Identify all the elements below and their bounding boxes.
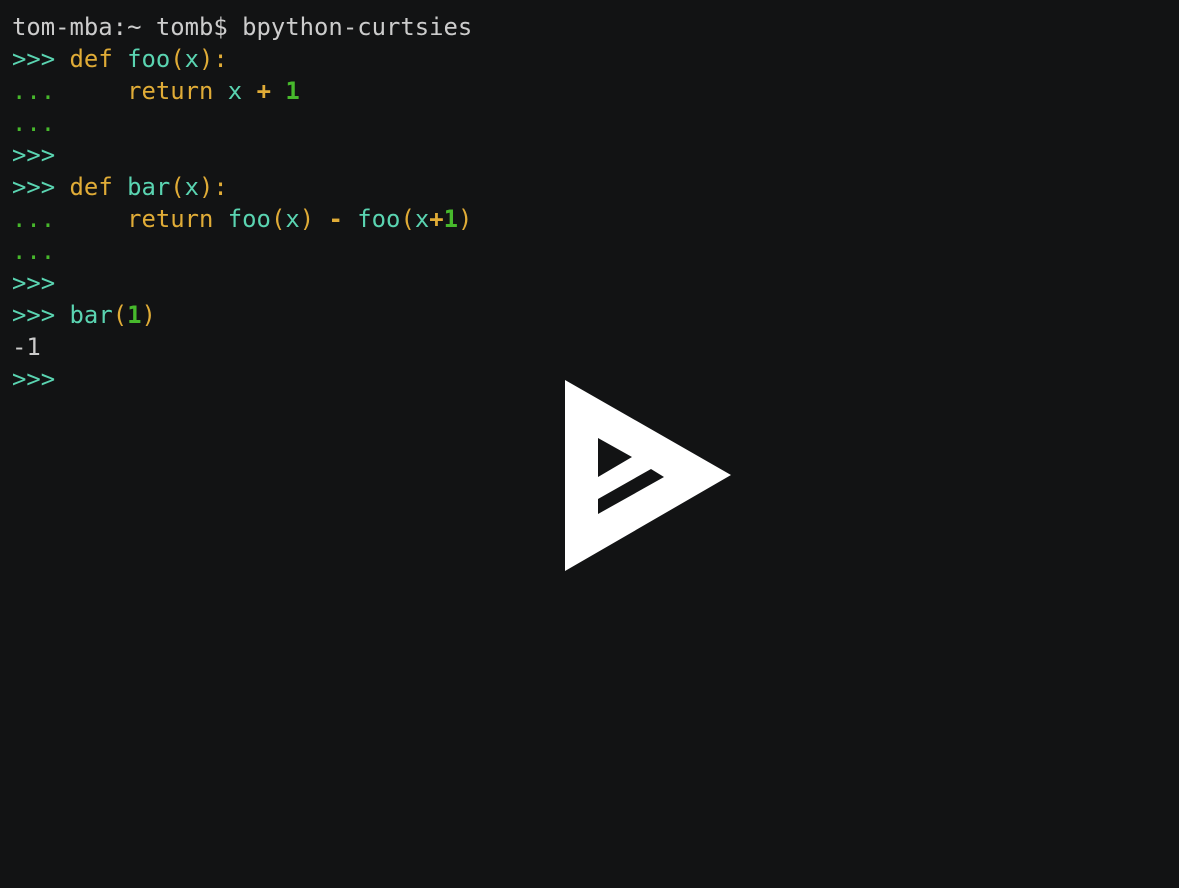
terminal-token-paren: ( [170,45,185,73]
terminal-line: ... [12,235,472,267]
terminal-token-keyword: return [127,205,214,233]
terminal-token-prompt: >>> [12,141,56,169]
terminal-token-number: 1 [443,205,458,233]
terminal-line: -1 [12,331,472,363]
terminal-token-default: tom-mba:~ tomb$ bpython-curtsies [12,13,473,41]
terminal-line: tom-mba:~ tomb$ bpython-curtsies [12,11,472,43]
terminal-token-name: x [227,77,243,105]
terminal-token-paren: ) [458,205,473,233]
terminal-token-default [314,205,328,233]
terminal-token-name: x [414,205,430,233]
terminal-token-keyword: def [69,45,113,73]
terminal-token-name: bar [69,301,113,329]
terminal-line: >>> [12,139,472,171]
terminal-token-continuation: ... [12,77,56,105]
terminal-token-operator: + [256,77,271,105]
terminal-token-prompt: >>> [12,269,56,297]
terminal-token-paren: ): [199,45,228,73]
terminal-token-paren: ( [270,205,286,233]
terminal-line: ... return x + 1 [12,75,472,107]
terminal-line: >>> [12,267,472,299]
terminal-token-name: foo [227,205,271,233]
terminal-token-continuation: ... [12,109,56,137]
terminal-token-keyword: def [69,173,113,201]
terminal-token-default [55,45,69,73]
terminal-token-default [55,301,69,329]
terminal-token-operator: - [328,205,343,233]
terminal-token-name: bar [127,173,171,201]
terminal-token-continuation: ... [12,237,56,265]
terminal-token-number: 1 [127,301,142,329]
terminal-token-paren: ) [299,205,315,233]
terminal-line: ... [12,107,472,139]
terminal-token-prompt: >>> [12,173,56,201]
terminal-token-default [55,205,127,233]
terminal-token-paren: ( [112,301,128,329]
terminal-screen: tom-mba:~ tomb$ bpython-curtsies >>> def … [12,11,472,395]
terminal-token-name: x [285,205,300,233]
terminal-token-default [213,77,227,105]
terminal-token-name: foo [357,205,401,233]
terminal-token-paren: ): [199,173,228,201]
terminal-token-default [343,205,357,233]
terminal-token-name: x [184,173,200,201]
terminal-token-paren: ( [400,205,415,233]
asciinema-play-icon [564,380,731,571]
terminal-token-number: 1 [285,77,300,105]
terminal-token-default [55,173,69,201]
terminal-line: >>> bar(1) [12,299,472,331]
terminal-window[interactable]: tom-mba:~ tomb$ bpython-curtsies >>> def … [0,0,1179,888]
terminal-line: >>> def foo(x): [12,43,472,75]
terminal-token-default: -1 [12,333,41,361]
terminal-token-paren: ( [170,173,185,201]
terminal-token-default [113,173,127,201]
terminal-token-prompt: >>> [12,45,56,73]
terminal-token-default [242,77,256,105]
terminal-token-prompt: >>> [12,365,56,393]
terminal-token-continuation: ... [12,205,56,233]
terminal-token-prompt: >>> [12,301,56,329]
terminal-line: >>> def bar(x): [12,171,472,203]
terminal-token-default [213,205,227,233]
play-button[interactable] [506,347,731,571]
terminal-token-default [271,77,285,105]
terminal-token-default [113,45,127,73]
terminal-line: ... return foo(x) - foo(x+1) [12,203,472,235]
terminal-line: >>> [12,363,472,395]
terminal-token-keyword: return [127,77,214,105]
terminal-token-default [55,77,127,105]
terminal-token-operator: + [429,205,444,233]
terminal-token-name: foo [127,45,171,73]
terminal-token-paren: ) [141,301,156,329]
terminal-token-name: x [184,45,200,73]
